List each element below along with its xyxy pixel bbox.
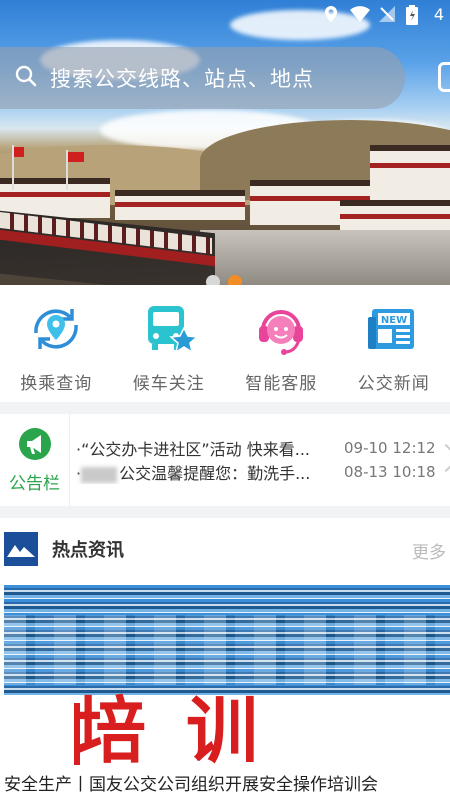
wifi-icon bbox=[349, 5, 370, 23]
location-icon bbox=[322, 5, 340, 23]
news-image-text: 培训 bbox=[74, 688, 299, 766]
menu-item-service[interactable]: 智能客服 bbox=[225, 285, 338, 402]
notice-time: 09-10 12:12 bbox=[344, 439, 436, 457]
search-placeholder: 搜索公交线路、站点、地点 bbox=[50, 67, 314, 91]
mountain-logo-icon bbox=[4, 532, 38, 566]
notice-time: 08-13 10:18 bbox=[344, 463, 436, 481]
notice-item[interactable]: ·“公交办卡进社区”活动 快来看... 09-10 12:12 bbox=[76, 436, 450, 460]
scan-icon[interactable] bbox=[438, 62, 450, 92]
notice-board[interactable]: 公告栏 ·“公交办卡进社区”活动 快来看... 09-10 12:12 · 公交温… bbox=[0, 414, 450, 506]
battery-icon bbox=[405, 5, 424, 25]
quick-menu: 换乘查询 候车关注 智能客服 NEW 公交新闻 bbox=[0, 285, 450, 402]
redacted-text bbox=[81, 466, 118, 483]
hot-news-section: 热点资讯 更多 培训 安全生产丨国友公交公司组织开展安全操作培训会 bbox=[0, 518, 450, 800]
menu-label: 公交新闻 bbox=[357, 374, 430, 394]
newspaper-icon: NEW bbox=[365, 303, 423, 355]
svg-text:NEW: NEW bbox=[381, 315, 407, 326]
more-link[interactable]: 更多 bbox=[412, 538, 446, 563]
notice-title-wrap: · 公交温馨提醒您：勤洗手... bbox=[76, 464, 311, 483]
search-icon bbox=[14, 64, 38, 92]
status-bar: 4 bbox=[0, 0, 450, 28]
transfer-query-icon bbox=[27, 303, 85, 355]
signal-icon bbox=[378, 5, 396, 23]
menu-item-transfer[interactable]: 换乘查询 bbox=[0, 285, 113, 402]
notice-title: 公交温馨提醒您：勤洗手... bbox=[119, 464, 311, 483]
customer-service-icon bbox=[252, 303, 310, 355]
battery-text: 4 bbox=[433, 4, 444, 24]
notice-label: 公告栏 bbox=[9, 473, 60, 494]
menu-item-news[interactable]: NEW 公交新闻 bbox=[338, 285, 450, 402]
bus-star-icon bbox=[140, 303, 198, 355]
notice-item[interactable]: · 公交温馨提醒您：勤洗手... 08-13 10:18 bbox=[76, 460, 450, 484]
news-caption[interactable]: 安全生产丨国友公交公司组织开展安全操作培训会 bbox=[4, 770, 450, 795]
notice-title: ·“公交办卡进社区”活动 快来看... bbox=[76, 440, 311, 459]
search-bar[interactable]: 搜索公交线路、站点、地点 bbox=[0, 47, 405, 109]
menu-label: 智能客服 bbox=[245, 374, 318, 394]
notice-label-block: 公告栏 bbox=[0, 414, 70, 506]
megaphone-icon bbox=[18, 427, 52, 465]
banner-carousel[interactable] bbox=[0, 0, 450, 285]
hot-news-title: 热点资讯 bbox=[52, 540, 124, 561]
news-image[interactable]: 培训 bbox=[4, 585, 450, 765]
menu-label: 换乘查询 bbox=[20, 374, 93, 394]
menu-item-waiting[interactable]: 候车关注 bbox=[113, 285, 226, 402]
app-screen: 4 搜索公交线路、站点、地点 换乘查询 候车关注 智能客服 NEW 公交新闻 公… bbox=[0, 0, 450, 800]
menu-label: 候车关注 bbox=[132, 374, 205, 394]
hot-news-header: 热点资讯 bbox=[0, 518, 450, 580]
notice-list: ·“公交办卡进社区”活动 快来看... 09-10 12:12 · 公交温馨提醒您… bbox=[70, 436, 450, 484]
